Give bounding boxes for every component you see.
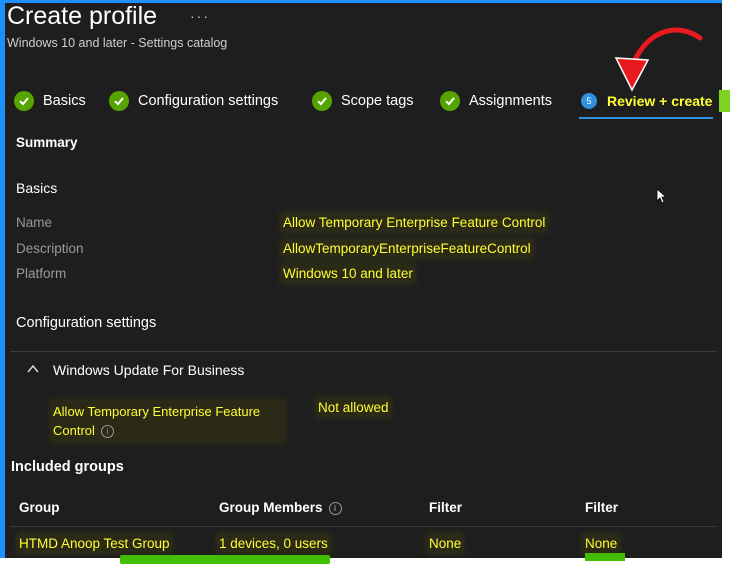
setting-value: Not allowed bbox=[318, 400, 389, 415]
table-cell-filter: None bbox=[429, 536, 462, 551]
check-icon bbox=[440, 91, 460, 111]
column-header-filter: Filter bbox=[429, 500, 463, 515]
column-header-filter-2: Filter bbox=[585, 500, 619, 515]
step-label: Assignments bbox=[469, 93, 553, 109]
check-icon bbox=[14, 91, 34, 111]
name-label: Name bbox=[16, 215, 53, 230]
category-windows-update-for-business[interactable]: Windows Update For Business bbox=[53, 362, 244, 378]
basics-heading: Basics bbox=[16, 180, 58, 196]
page-title: Create profile bbox=[7, 2, 158, 30]
mouse-cursor-icon bbox=[656, 188, 666, 204]
summary-heading: Summary bbox=[16, 135, 78, 150]
platform-value: Windows 10 and later bbox=[283, 266, 413, 281]
table-cell-group: HTMD Anoop Test Group bbox=[19, 536, 170, 551]
more-options-button[interactable]: ··· bbox=[190, 8, 210, 24]
step-basics[interactable]: Basics bbox=[14, 90, 86, 112]
highlight-marker-bottom bbox=[120, 555, 330, 564]
platform-label: Platform bbox=[16, 266, 67, 281]
step-label: Configuration settings bbox=[138, 93, 279, 109]
annotation-arrow-icon bbox=[614, 27, 703, 92]
highlight-marker-bottom-right bbox=[585, 553, 625, 561]
table-cell-filter-2: None bbox=[585, 536, 618, 551]
description-value: AllowTemporaryEnterpriseFeatureControl bbox=[283, 241, 531, 256]
name-value: Allow Temporary Enterprise Feature Contr… bbox=[283, 215, 546, 230]
check-icon bbox=[109, 91, 129, 111]
highlight-marker bbox=[719, 90, 730, 112]
table-divider bbox=[10, 526, 717, 527]
step-assignments[interactable]: Assignments bbox=[440, 90, 552, 112]
table-cell-group-members: 1 devices, 0 users bbox=[219, 536, 328, 551]
column-header-group-members-label: Group Members bbox=[219, 500, 323, 515]
check-icon bbox=[312, 91, 332, 111]
configuration-settings-heading: Configuration settings bbox=[16, 315, 157, 331]
info-icon[interactable]: i bbox=[328, 501, 342, 515]
description-label: Description bbox=[16, 241, 84, 256]
active-step-underline bbox=[579, 117, 713, 119]
setting-name: Allow Temporary Enterprise Feature Contr… bbox=[53, 402, 283, 440]
setting-name-text: Allow Temporary Enterprise Feature Contr… bbox=[53, 404, 261, 438]
step-label: Scope tags bbox=[341, 93, 414, 109]
step-configuration-settings[interactable]: Configuration settings bbox=[109, 90, 278, 112]
page-subtitle: Windows 10 and later - Settings catalog bbox=[7, 36, 228, 50]
margin-right bbox=[722, 0, 730, 564]
chevron-up-icon[interactable] bbox=[26, 362, 40, 376]
step-number-badge: 5 bbox=[581, 93, 597, 109]
step-scope-tags[interactable]: Scope tags bbox=[312, 90, 414, 112]
included-groups-heading: Included groups bbox=[11, 459, 124, 475]
info-icon[interactable]: i bbox=[100, 425, 114, 439]
column-header-group-members: Group Members i bbox=[219, 500, 342, 515]
divider bbox=[10, 351, 717, 352]
column-header-group: Group bbox=[19, 500, 60, 515]
step-label: Basics bbox=[43, 93, 86, 109]
